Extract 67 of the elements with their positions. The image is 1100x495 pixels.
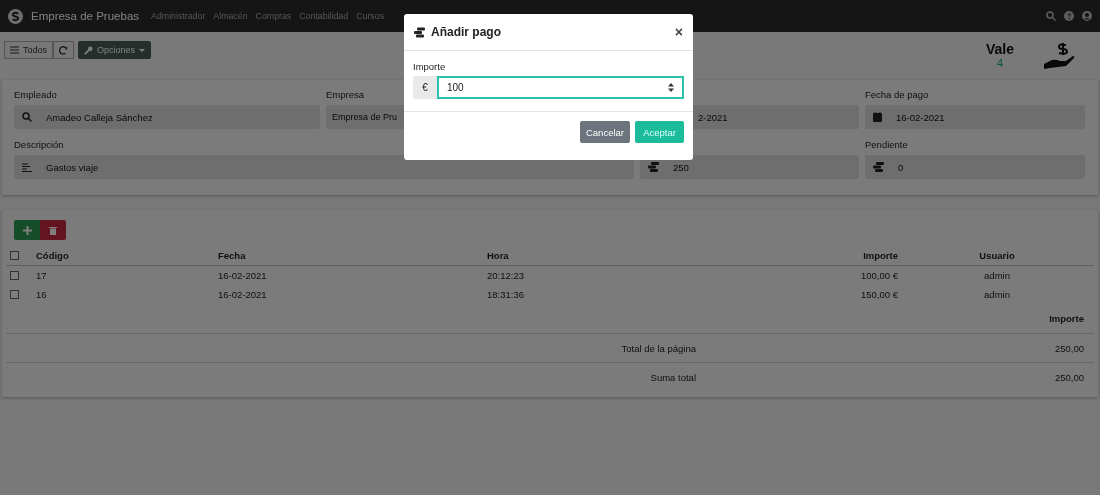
accept-button[interactable]: Aceptar — [635, 121, 684, 143]
user-icon[interactable] — [1082, 11, 1092, 21]
table-cell-text: 100,00 € — [860, 270, 899, 281]
table-cell-text: 150,00 € — [860, 289, 899, 300]
record-title: Vale — [985, 41, 1014, 57]
add-button[interactable] — [14, 220, 40, 240]
delete-button[interactable] — [40, 220, 66, 240]
currency-addon: € — [413, 76, 437, 99]
table-cell-text: 20:12:23 — [487, 270, 525, 281]
field-label: Pendiente — [865, 139, 909, 150]
dialog-title: Añadir pago — [431, 25, 501, 39]
record-number: 4 — [996, 57, 1004, 69]
table-cell-text: 16-02-2021 — [218, 270, 268, 281]
total-label: Total de la página — [620, 342, 696, 354]
text-lines-icon — [22, 162, 32, 172]
menu-link[interactable]: Administrador — [151, 11, 206, 21]
checkbox[interactable] — [10, 271, 19, 280]
logo-icon — [8, 8, 23, 24]
coins-icon — [414, 26, 425, 38]
search-icon[interactable] — [1046, 11, 1056, 21]
total-value: 250,00 — [1054, 371, 1085, 383]
trash-icon — [49, 225, 57, 235]
column-header: Código — [36, 250, 70, 261]
calendar-icon — [873, 112, 882, 122]
amount-field[interactable]: 100 — [437, 76, 684, 99]
menu-link[interactable]: Compras — [255, 11, 292, 21]
column-header: Usuario — [978, 250, 1016, 261]
total-label: Suma total — [649, 371, 696, 383]
input-field[interactable]: 0 — [865, 155, 1085, 179]
coins-icon — [648, 162, 659, 172]
brand-name[interactable]: Empresa de Pruebas — [31, 10, 140, 22]
input-field[interactable]: 16-02-2021 — [865, 105, 1085, 129]
table-cell-text: 16-02-2021 — [218, 289, 268, 300]
refresh-button[interactable] — [53, 41, 75, 59]
spinner-icon[interactable] — [668, 83, 674, 92]
column-header: Importe — [862, 250, 899, 261]
table-cell-text: admin — [983, 270, 1011, 281]
field-label: Descripción — [14, 139, 65, 150]
table-cell-text: 16 — [36, 289, 48, 300]
options-dropdown[interactable]: Opciones — [78, 41, 152, 59]
close-button[interactable]: × — [674, 24, 683, 40]
field-label: Empresa — [326, 89, 365, 100]
cancel-button[interactable]: Cancelar — [579, 121, 630, 143]
help-icon[interactable] — [1064, 11, 1074, 21]
input-field[interactable]: Gastos viaje — [14, 155, 634, 179]
coins-icon — [873, 162, 884, 172]
refresh-icon — [59, 45, 69, 55]
table-cell-text: 17 — [36, 270, 48, 281]
field-label: Importe — [413, 61, 447, 72]
menu-link[interactable]: Contabilidad — [299, 11, 349, 21]
total-value: 250,00 — [1054, 342, 1085, 354]
field-label: Empleado — [14, 89, 58, 100]
plus-icon — [22, 225, 32, 235]
checkbox[interactable] — [10, 290, 19, 299]
table-cell-text: 18:31:36 — [487, 289, 525, 300]
column-header: Importe — [1049, 313, 1084, 324]
field-label: Fecha de pago — [865, 89, 930, 100]
wrench-icon — [84, 45, 94, 55]
all-button[interactable]: Todos — [4, 41, 54, 59]
search-icon — [22, 112, 32, 122]
column-header: Fecha — [218, 250, 247, 261]
column-header: Hora — [487, 250, 510, 261]
input-field[interactable]: Amadeo Calleja Sánchez — [14, 105, 320, 129]
table-cell-text: admin — [983, 289, 1011, 300]
input-field[interactable]: 250 — [640, 155, 859, 179]
checkbox[interactable] — [10, 251, 19, 260]
list-icon — [10, 46, 19, 54]
